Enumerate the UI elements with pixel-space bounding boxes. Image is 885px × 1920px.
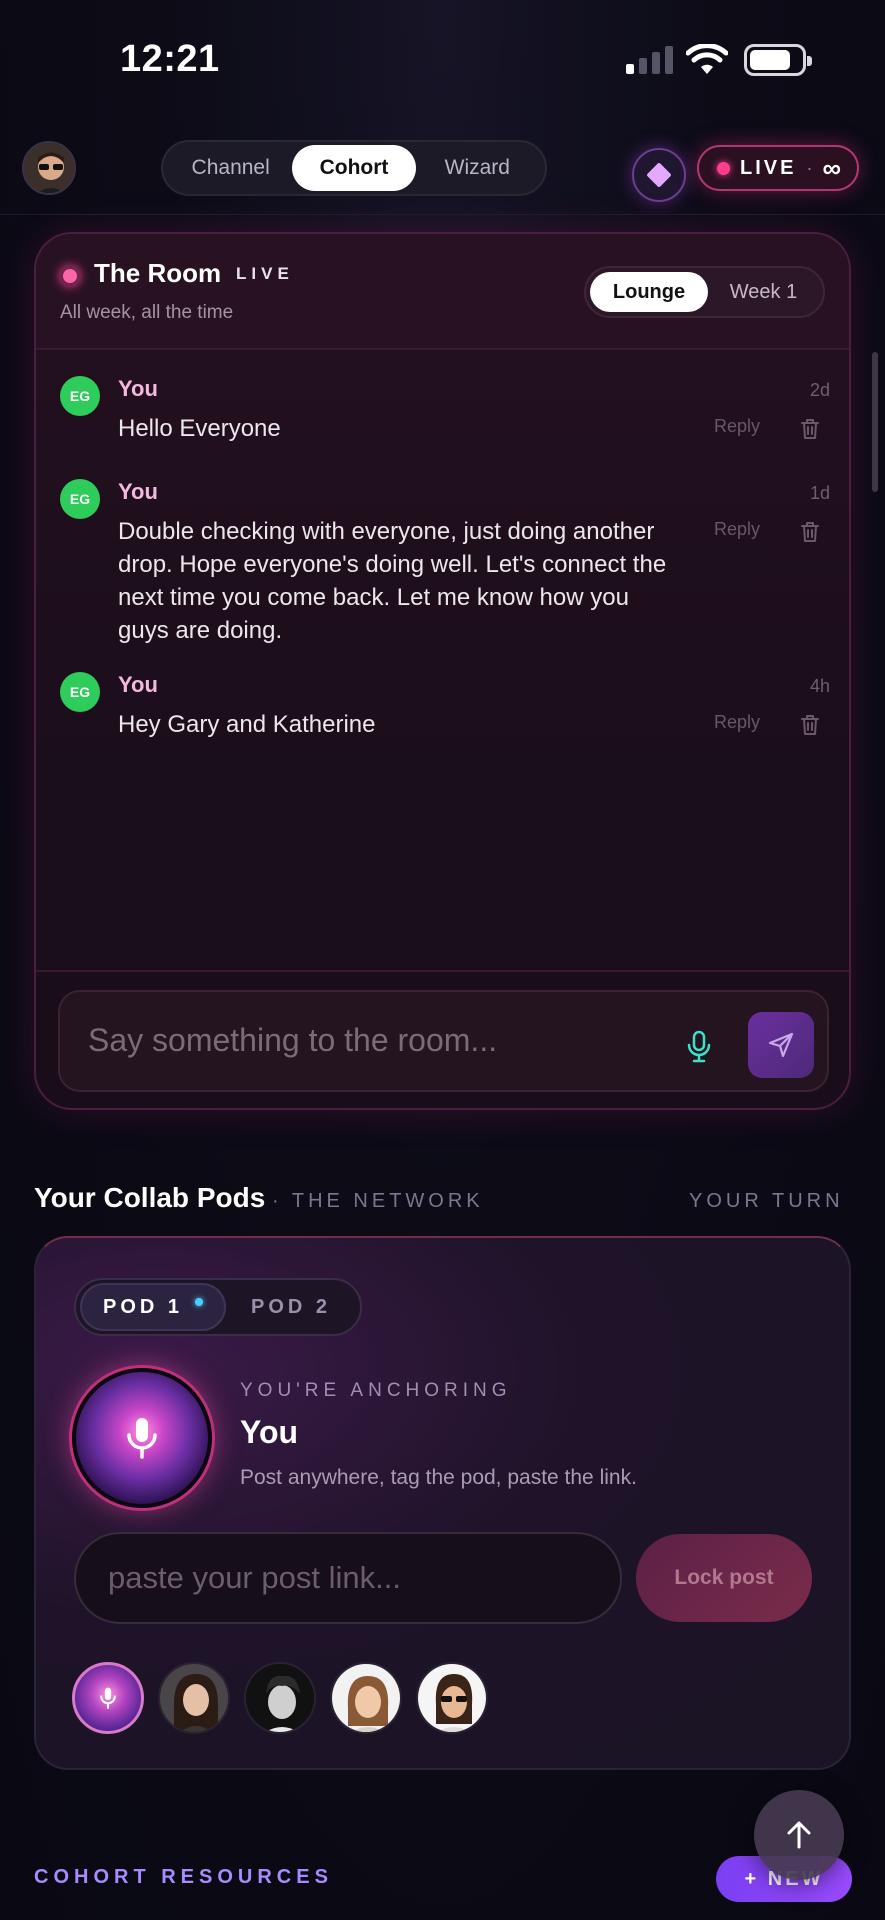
send-button[interactable] xyxy=(748,1012,814,1078)
tab-pod-2[interactable]: POD 2 xyxy=(226,1283,356,1331)
message-time: 2d xyxy=(809,380,830,400)
microphone-icon xyxy=(100,1687,116,1709)
message-item: EG You Hello Everyone 2d Reply xyxy=(60,376,830,456)
toggle-week-1[interactable]: Week 1 xyxy=(708,272,819,312)
reply-button[interactable]: Reply xyxy=(714,416,760,437)
arrow-up-icon xyxy=(787,1821,811,1849)
send-icon xyxy=(768,1032,794,1058)
message-text: Hey Gary and Katherine xyxy=(118,711,376,738)
tab-cohort[interactable]: Cohort xyxy=(292,145,416,191)
room-live-badge: LIVE xyxy=(236,264,294,283)
resources-title: COHORT RESOURCES xyxy=(34,1866,333,1888)
avatar[interactable] xyxy=(158,1662,230,1734)
live-status-pill[interactable]: LIVE · ∞ xyxy=(697,145,859,191)
anchoring-label: YOU'RE ANCHORING xyxy=(240,1380,512,1401)
anchor-mic-orb[interactable] xyxy=(72,1368,212,1508)
live-separator: · xyxy=(806,157,813,178)
room-live-dot-icon xyxy=(60,266,80,286)
composer-divider xyxy=(36,970,849,972)
pods-title: Your Collab Pods xyxy=(34,1182,266,1213)
message-text: Double checking with everyone, just doin… xyxy=(118,518,667,644)
anchor-description: Post anywhere, tag the pod, paste the li… xyxy=(240,1466,637,1489)
anchor-name: You xyxy=(240,1414,299,1450)
tab-pod-1[interactable]: POD 1 xyxy=(80,1283,226,1331)
room-toggle: Lounge Week 1 xyxy=(584,266,825,318)
message-text: Hello Everyone xyxy=(118,415,281,442)
status-time: 12:21 xyxy=(120,38,220,80)
message-time: 1d xyxy=(809,483,830,503)
header-divider xyxy=(0,214,885,215)
message-author: You xyxy=(118,376,158,401)
avatar[interactable] xyxy=(416,1662,488,1734)
room-header: The Room LIVE All week, all the time Lou… xyxy=(36,234,849,350)
live-dot-icon xyxy=(717,161,730,175)
tab-wizard[interactable]: Wizard xyxy=(416,145,539,191)
room-title: The Room xyxy=(94,258,222,288)
profile-avatar[interactable] xyxy=(22,141,76,195)
message-author: You xyxy=(118,672,158,697)
avatar[interactable]: EG xyxy=(60,672,100,712)
active-dot-icon xyxy=(195,1298,204,1306)
pod-1-label: POD 1 xyxy=(102,1295,184,1318)
post-link-input[interactable]: paste your post link... xyxy=(74,1532,622,1624)
avatar[interactable] xyxy=(330,1662,402,1734)
pods-subtitle: · THE NETWORK xyxy=(272,1190,484,1212)
avatar[interactable] xyxy=(244,1662,316,1734)
microphone-icon xyxy=(127,1418,157,1459)
collab-pods-card: POD 1 POD 2 YOU'RE ANCHORING You Post an… xyxy=(34,1236,851,1770)
trash-icon[interactable] xyxy=(800,521,820,548)
trash-icon[interactable] xyxy=(800,418,820,445)
message-time: 4h xyxy=(809,676,830,696)
message-author: You xyxy=(118,479,158,504)
avatar[interactable]: EG xyxy=(60,479,100,519)
toggle-lounge[interactable]: Lounge xyxy=(590,272,708,312)
message-item: EG You Hey Gary and Katherine 4h Reply xyxy=(60,672,830,752)
battery-icon xyxy=(744,44,812,76)
live-label: LIVE xyxy=(740,156,797,179)
pod-tabs: POD 1 POD 2 xyxy=(74,1278,362,1336)
cellular-signal-icon xyxy=(626,46,673,74)
reply-button[interactable]: Reply xyxy=(714,712,760,733)
diamond-button[interactable] xyxy=(632,148,686,202)
view-switcher: Channel Cohort Wizard xyxy=(161,140,547,196)
your-turn-label: YOUR TURN xyxy=(689,1190,844,1212)
avatar[interactable] xyxy=(72,1662,144,1734)
infinity-icon: ∞ xyxy=(822,152,841,183)
trash-icon[interactable] xyxy=(800,714,820,741)
pod-members xyxy=(72,1662,488,1734)
wifi-icon xyxy=(685,43,729,81)
room-message-input[interactable]: Say something to the room... xyxy=(58,990,829,1092)
tab-channel[interactable]: Channel xyxy=(169,145,292,191)
scrollbar[interactable] xyxy=(872,352,878,492)
scroll-to-top-button[interactable] xyxy=(754,1790,844,1880)
lock-post-button[interactable]: Lock post xyxy=(636,1534,812,1622)
diamond-icon xyxy=(646,162,672,188)
avatar[interactable]: EG xyxy=(60,376,100,416)
reply-button[interactable]: Reply xyxy=(714,519,760,540)
room-input-placeholder: Say something to the room... xyxy=(88,1022,498,1058)
microphone-icon[interactable] xyxy=(686,1030,712,1069)
post-link-placeholder: paste your post link... xyxy=(108,1560,401,1595)
message-item: EG You Double checking with everyone, ju… xyxy=(60,479,830,649)
room-subtitle: All week, all the time xyxy=(60,302,234,323)
room-card: The Room LIVE All week, all the time Lou… xyxy=(34,232,851,1110)
